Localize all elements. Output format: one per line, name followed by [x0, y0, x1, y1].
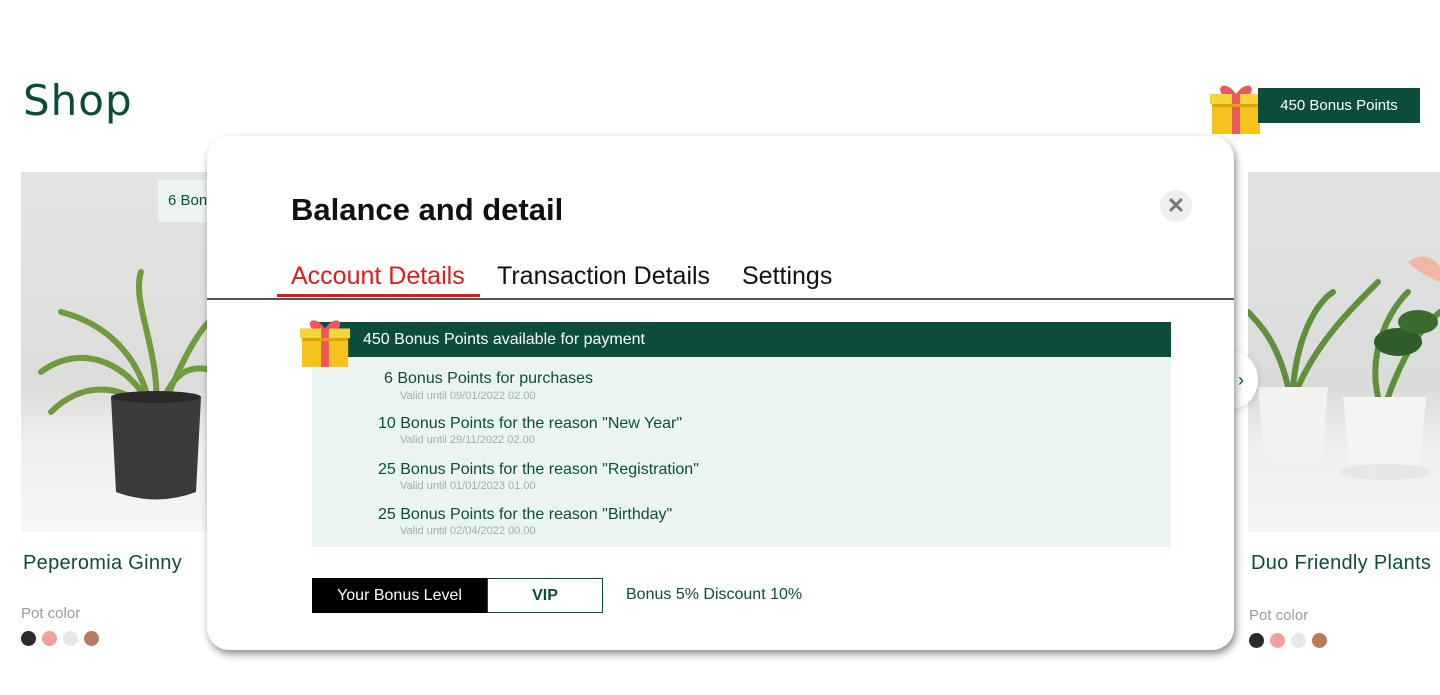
swatch-white[interactable]	[1291, 633, 1306, 648]
bonus-points-panel: 450 Bonus Points available for payment 6…	[312, 322, 1171, 547]
swatch-charcoal[interactable]	[1249, 633, 1264, 648]
plant-illustration	[38, 269, 221, 500]
swatch-charcoal[interactable]	[21, 631, 36, 646]
gift-icon	[299, 320, 351, 368]
swatch-pink[interactable]	[1270, 633, 1285, 648]
header-bonus-badge[interactable]: 450 Bonus Points	[1208, 78, 1420, 136]
tab-transaction-details[interactable]: Transaction Details	[497, 262, 710, 291]
bonus-level-label: Your Bonus Level	[312, 578, 487, 613]
swatch-pink[interactable]	[42, 631, 57, 646]
bonus-entry-valid: Valid until 02/04/2022 00.00	[400, 525, 536, 537]
product-name[interactable]: Peperomia Ginny	[23, 552, 182, 575]
bonus-level-perks: Bonus 5% Discount 10%	[626, 586, 803, 603]
bonus-entry-valid: Valid until 09/01/2022 02.00	[400, 390, 536, 402]
balance-modal: Balance and detail ✕ Account Details Tra…	[207, 136, 1234, 650]
swatch-white[interactable]	[63, 631, 78, 646]
pot-color-swatches	[21, 631, 99, 646]
swatch-terracotta[interactable]	[1312, 633, 1327, 648]
bonus-level-value: VIP	[487, 578, 603, 613]
close-button[interactable]: ✕	[1160, 190, 1192, 222]
pot-color-swatches	[1249, 633, 1327, 648]
bonus-entry-valid: Valid until 01/01/2023 01.00	[400, 480, 536, 492]
gift-icon	[1210, 85, 1262, 134]
bonus-entry-label: 10 Bonus Points for the reason "New Year…	[378, 415, 682, 432]
tab-account-details[interactable]: Account Details	[291, 262, 465, 291]
bonus-entry-label: 25 Bonus Points for the reason "Registra…	[378, 461, 699, 478]
bonus-available-header: 450 Bonus Points available for payment	[312, 322, 1171, 357]
pot-color-label: Pot color	[1249, 607, 1309, 624]
modal-title: Balance and detail	[291, 192, 564, 227]
header-bonus-label: 450 Bonus Points	[1258, 88, 1420, 123]
active-tab-indicator	[277, 294, 480, 297]
chevron-right-icon: ›	[1238, 370, 1244, 390]
tab-settings[interactable]: Settings	[742, 262, 832, 291]
close-icon: ✕	[1166, 193, 1186, 218]
product-name[interactable]: Duo Friendly Plants	[1251, 552, 1431, 575]
bonus-entry-label: 25 Bonus Points for the reason "Birthday…	[378, 506, 673, 523]
bonus-entry-label: 6 Bonus Points for purchases	[384, 370, 594, 387]
bonus-available-label: 450 Bonus Points available for payment	[363, 331, 645, 348]
bonus-entry-valid: Valid until 29/11/2022 02.00	[400, 434, 535, 446]
product-image-peperomia[interactable]	[21, 172, 221, 532]
product-image-duo[interactable]	[1248, 172, 1440, 532]
page-title: Shop	[23, 76, 133, 125]
plant-illustration	[1248, 256, 1440, 480]
pot-color-label: Pot color	[21, 605, 81, 622]
swatch-terracotta[interactable]	[84, 631, 99, 646]
